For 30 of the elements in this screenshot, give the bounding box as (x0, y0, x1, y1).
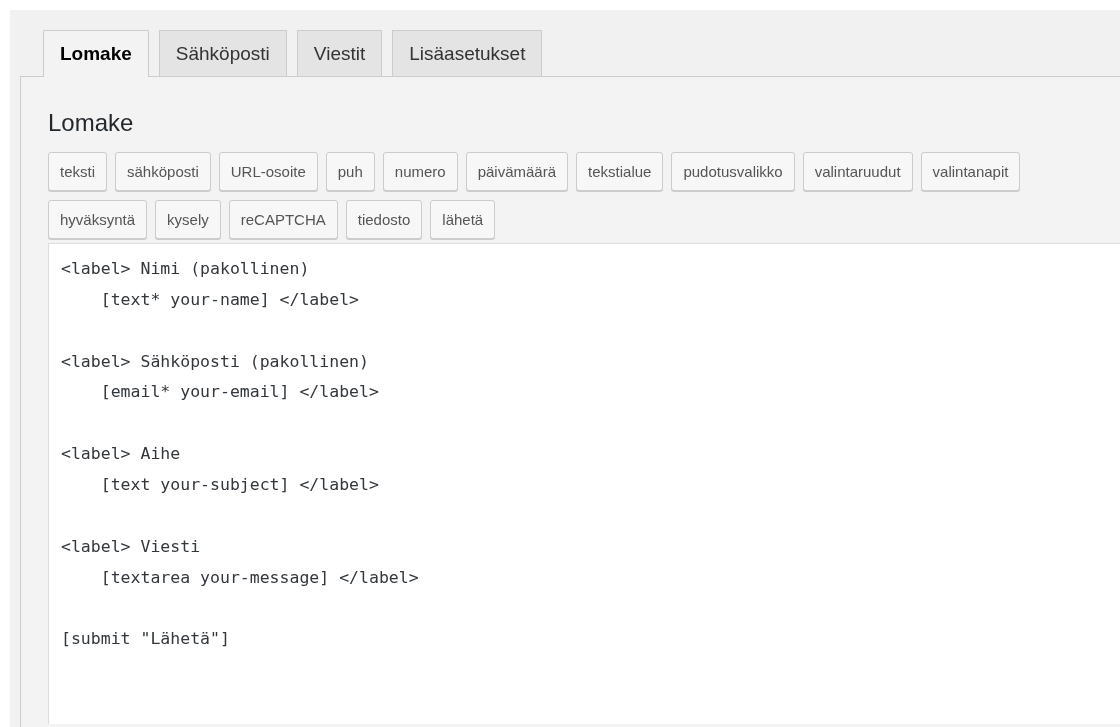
code-line: [text* your-name] </label> (99, 288, 359, 311)
code-line: <label> Nimi (pakollinen) (61, 258, 310, 280)
code-line: [textarea your-message] </label> (99, 566, 419, 589)
tag-button[interactable]: numero (382, 152, 458, 191)
code-line: [text your-subject] </label> (99, 474, 379, 496)
tag-button[interactable]: kysely (155, 200, 221, 239)
tag-button[interactable]: reCAPTCHA (228, 200, 338, 239)
tab[interactable]: Lisäasetukset (392, 30, 543, 76)
code-line: <label> Viesti (61, 535, 201, 558)
code-line: <label> Sähköposti (pakollinen) (61, 350, 369, 373)
tab[interactable]: Lomake (43, 30, 149, 77)
code-line: [submit "Lähetä"] (61, 628, 230, 651)
tag-button[interactable]: valintaruudut (802, 152, 913, 191)
tag-button[interactable]: teksti (48, 152, 107, 191)
tag-button[interactable]: tiedosto (345, 200, 423, 239)
tab[interactable]: Sähköposti (158, 30, 287, 76)
tag-button[interactable]: tekstialue (576, 152, 664, 191)
tag-button[interactable]: päivämäärä (465, 152, 569, 191)
tab[interactable]: Viestit (296, 30, 383, 76)
panel-title: Lomake (48, 109, 134, 137)
code-line: <label> Aihe (61, 443, 181, 466)
code-line: [email* your-email] </label> (99, 381, 379, 404)
code-editor[interactable] (48, 243, 1120, 724)
tag-button[interactable]: sähköposti (115, 152, 211, 191)
tag-button[interactable]: pudotusvalikko (671, 152, 795, 191)
tag-button[interactable]: lähetä (430, 200, 496, 239)
tag-button[interactable]: hyväksyntä (48, 200, 148, 239)
tag-button[interactable]: puh (325, 152, 375, 191)
tag-button[interactable]: valintanapit (920, 152, 1021, 191)
tag-button[interactable]: URL-osoite (218, 152, 318, 191)
